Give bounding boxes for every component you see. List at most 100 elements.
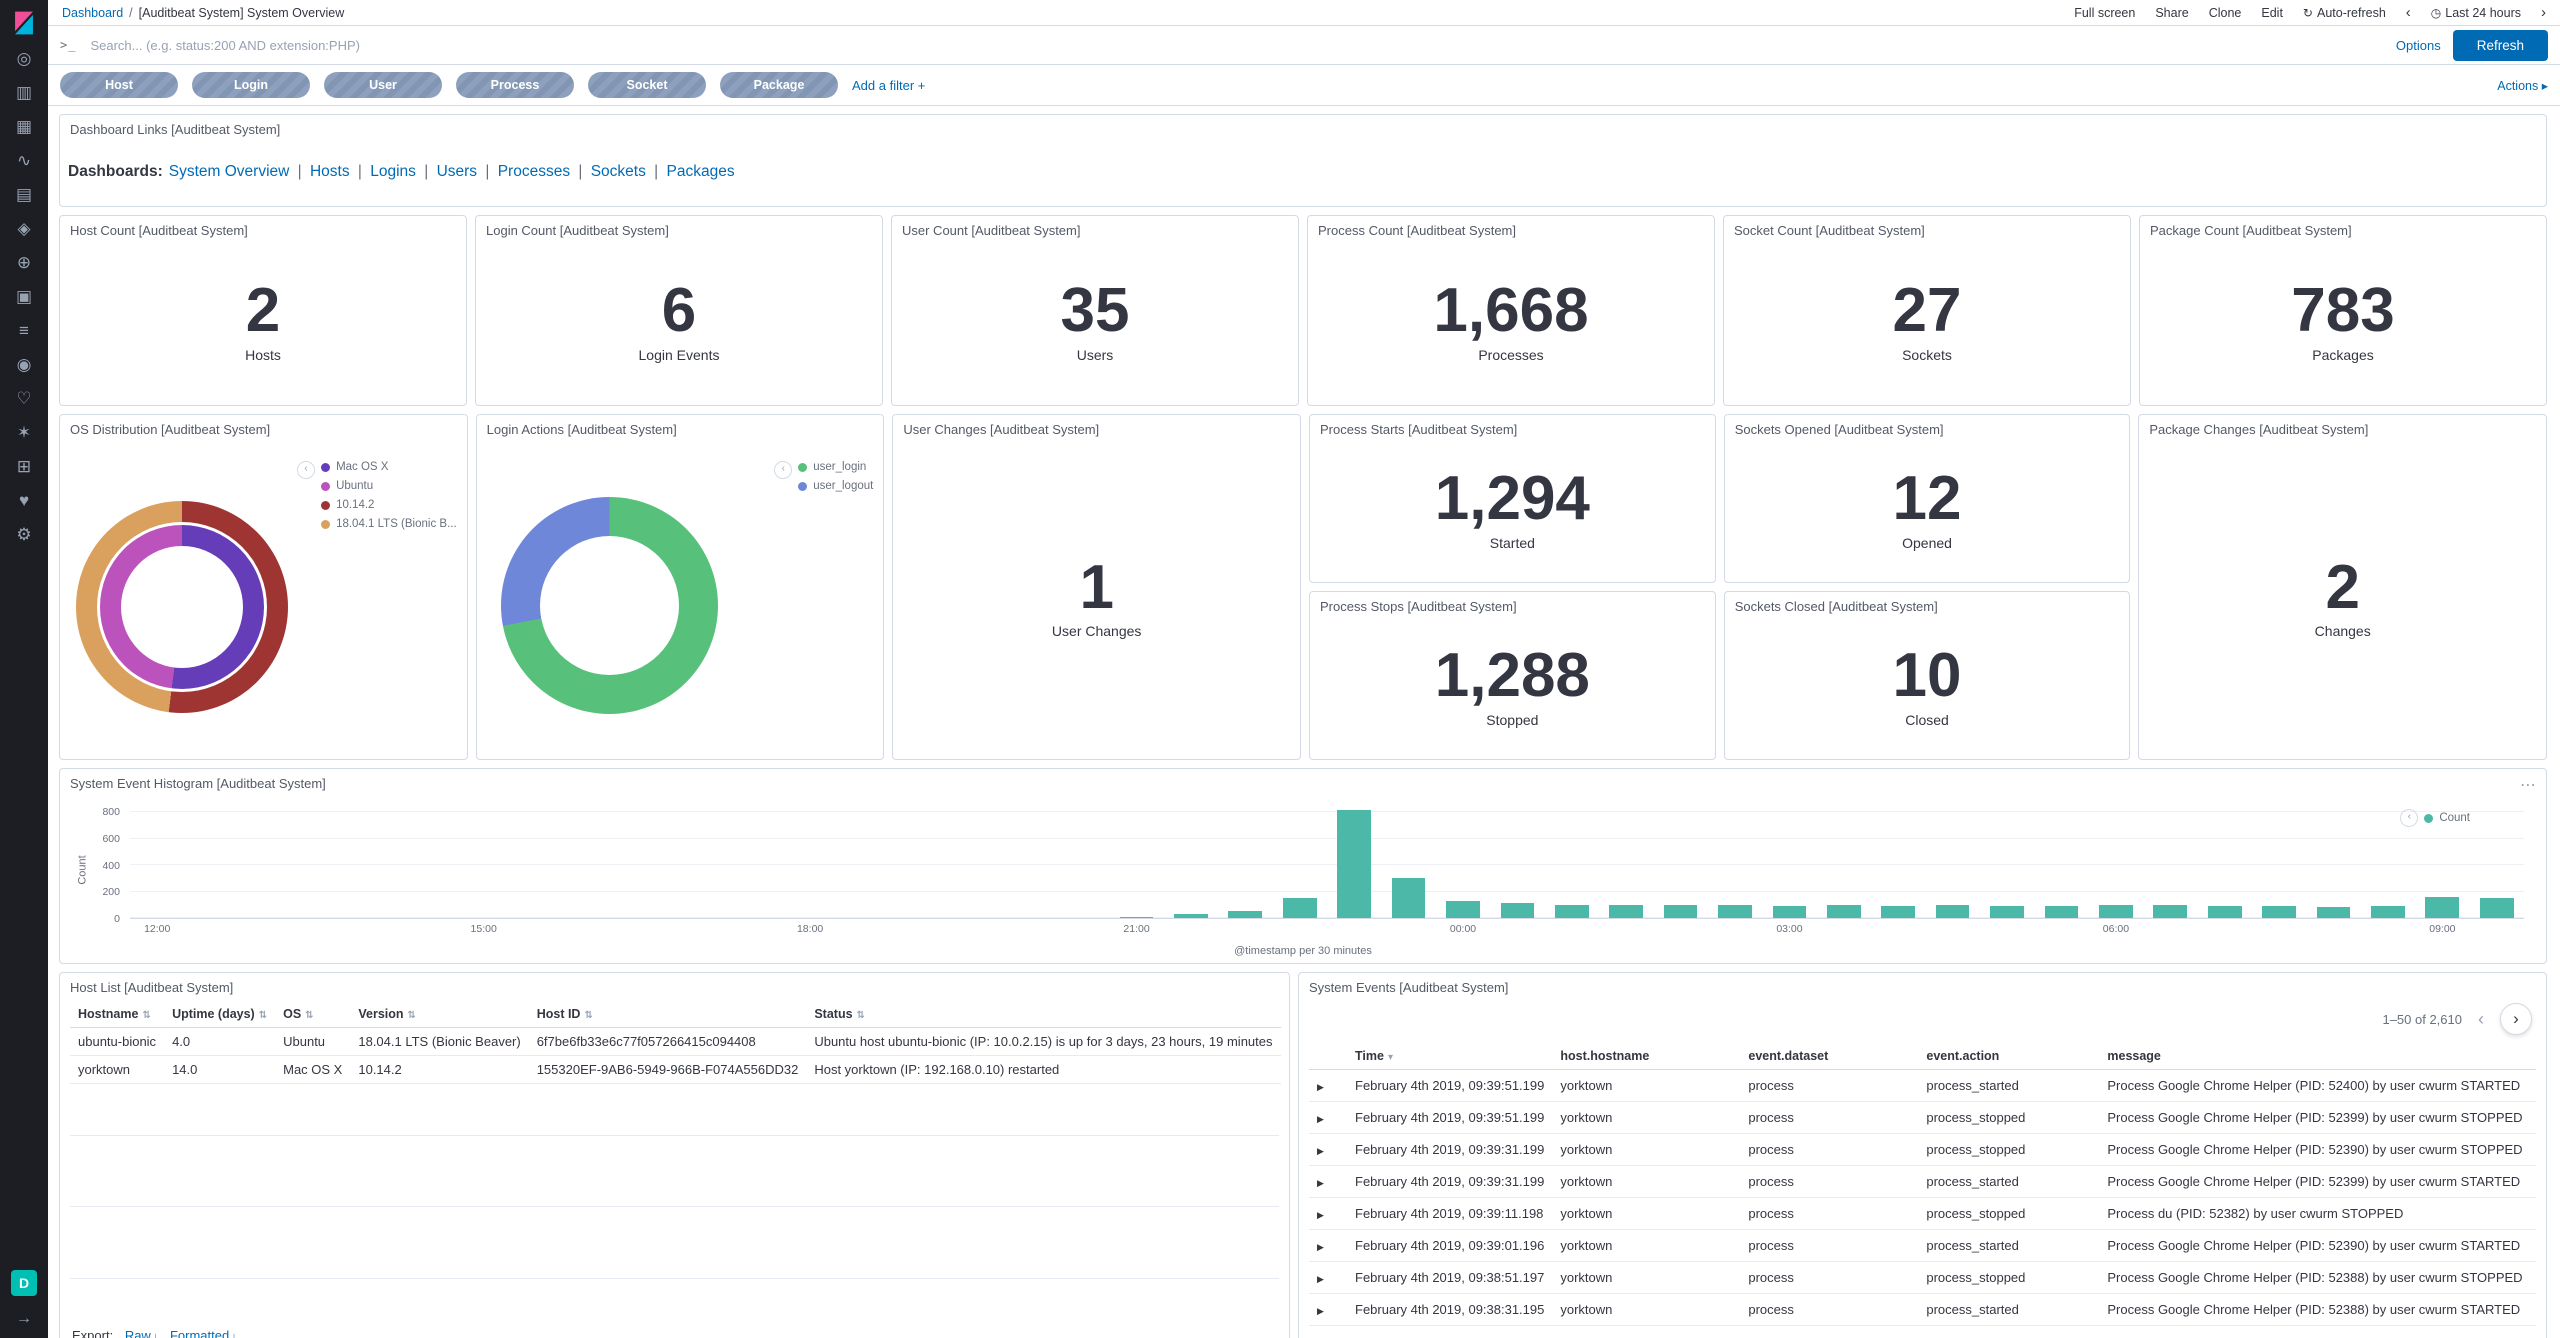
time-back-icon[interactable]: ‹ (2406, 5, 2411, 20)
search-input[interactable] (88, 37, 2383, 54)
table-row[interactable]: ▶February 4th 2019, 09:39:31.199yorktown… (1309, 1134, 2536, 1166)
histogram-bar[interactable] (1228, 911, 1262, 918)
expand-row-icon[interactable]: ▶ (1317, 1242, 1324, 1252)
auto-refresh-button[interactable]: ↻Auto-refresh (2303, 6, 2386, 20)
monitoring-icon[interactable]: ♥ (19, 492, 29, 509)
histogram-bar[interactable] (1718, 905, 1752, 918)
host-column-header[interactable]: Status⇅ (806, 1001, 1280, 1028)
legend-item[interactable]: user_login (798, 461, 873, 473)
expand-row-icon[interactable]: ▶ (1317, 1178, 1324, 1188)
host-column-header[interactable]: Hostname⇅ (70, 1001, 164, 1028)
timelion-icon[interactable]: ∿ (17, 152, 31, 169)
host-column-header[interactable]: Uptime (days)⇅ (164, 1001, 275, 1028)
canvas-icon[interactable]: ▤ (16, 186, 32, 203)
login-actions-donut[interactable] (501, 497, 718, 714)
next-page-button[interactable]: › (2500, 1003, 2532, 1035)
histogram-bar[interactable] (2262, 906, 2296, 918)
histogram-bar[interactable] (1174, 914, 1208, 918)
legend-item[interactable]: user_logout (798, 480, 873, 492)
uptime-icon[interactable]: ♡ (16, 390, 31, 407)
histogram-bar[interactable] (1827, 905, 1861, 918)
add-filter-button[interactable]: Add a filter + (852, 78, 925, 93)
legend-toggle-icon[interactable]: ‹ (2400, 809, 2418, 827)
dashboard-link[interactable]: Users (437, 163, 477, 180)
export-formatted-link[interactable]: Formatted↓ (170, 1328, 237, 1338)
machine-learning-icon[interactable]: ⊕ (17, 254, 31, 271)
expand-row-icon[interactable]: ▶ (1317, 1210, 1324, 1220)
histogram-bar[interactable] (1664, 905, 1698, 918)
apm-icon[interactable]: ◉ (17, 356, 32, 373)
dashboard-icon[interactable]: ▦ (16, 118, 32, 135)
edit-button[interactable]: Edit (2261, 6, 2283, 20)
previous-page-icon[interactable]: ‹ (2474, 1009, 2488, 1030)
histogram-bar[interactable] (2371, 906, 2405, 918)
events-column-header[interactable]: host.hostname (1552, 1043, 1740, 1070)
legend-item[interactable]: 18.04.1 LTS (Bionic B... (321, 518, 457, 530)
expand-row-icon[interactable]: ▶ (1317, 1306, 1324, 1316)
os-distribution-donut[interactable] (76, 501, 288, 713)
legend-item[interactable]: 10.14.2 (321, 499, 457, 511)
graph-icon[interactable]: ✶ (17, 424, 31, 441)
histogram-bar[interactable] (2317, 907, 2351, 918)
table-row[interactable]: ▶February 4th 2019, 09:39:31.199yorktown… (1309, 1166, 2536, 1198)
time-forward-icon[interactable]: › (2541, 5, 2546, 20)
filter-pill[interactable]: Package (720, 72, 838, 98)
host-column-header[interactable]: Host ID⇅ (529, 1001, 807, 1028)
histogram-bar[interactable] (1120, 917, 1154, 918)
expand-row-icon[interactable]: ▶ (1317, 1146, 1324, 1156)
histogram-bar[interactable] (1990, 906, 2024, 918)
breadcrumb-dashboard-link[interactable]: Dashboard (62, 6, 123, 20)
filter-pill[interactable]: Process (456, 72, 574, 98)
time-picker-button[interactable]: ◷Last 24 hours (2431, 6, 2521, 20)
dashboard-link[interactable]: System Overview (169, 163, 290, 180)
events-column-header[interactable]: event.action (1918, 1043, 2099, 1070)
actions-button[interactable]: Actions ▸ (2497, 78, 2548, 93)
expand-row-icon[interactable]: ▶ (1317, 1114, 1324, 1124)
dashboard-link[interactable]: Sockets (591, 163, 646, 180)
filter-pill[interactable]: User (324, 72, 442, 98)
legend-item[interactable]: Mac OS X (321, 461, 457, 473)
dock-navigation-icon[interactable]: → (16, 1310, 32, 1328)
table-row[interactable]: ▶February 4th 2019, 09:39:01.196yorktown… (1309, 1230, 2536, 1262)
management-icon[interactable]: ⚙ (16, 526, 31, 543)
table-row[interactable]: ▶February 4th 2019, 09:39:11.198yorktown… (1309, 1198, 2536, 1230)
kibana-logo[interactable] (11, 10, 37, 36)
histogram-bar[interactable] (1446, 901, 1480, 918)
legend-label[interactable]: Count (2439, 812, 2470, 824)
visualize-icon[interactable]: ▥ (16, 84, 32, 101)
space-avatar[interactable]: D (11, 1270, 37, 1296)
host-column-header[interactable]: Version⇅ (350, 1001, 528, 1028)
events-column-header[interactable]: message (2099, 1043, 2536, 1070)
filter-pill[interactable]: Socket (588, 72, 706, 98)
filter-pill[interactable]: Host (60, 72, 178, 98)
histogram-bar[interactable] (2099, 905, 2133, 918)
histogram-bar[interactable] (1936, 905, 1970, 918)
refresh-button[interactable]: Refresh (2453, 30, 2548, 61)
events-column-header[interactable]: Time▾ (1347, 1043, 1552, 1070)
events-column-header[interactable]: event.dataset (1740, 1043, 1918, 1070)
expand-row-icon[interactable]: ▶ (1317, 1274, 1324, 1284)
panel-menu-icon[interactable]: ⋯ (2520, 775, 2536, 795)
host-column-header[interactable]: OS⇅ (275, 1001, 350, 1028)
histogram-bar[interactable] (1283, 898, 1317, 918)
full-screen-button[interactable]: Full screen (2074, 6, 2135, 20)
histogram-bar[interactable] (1555, 905, 1589, 918)
histogram-bar[interactable] (2480, 898, 2514, 918)
dashboard-link[interactable]: Packages (667, 163, 735, 180)
table-row[interactable]: ▶February 4th 2019, 09:38:51.197yorktown… (1309, 1262, 2536, 1294)
share-button[interactable]: Share (2155, 6, 2188, 20)
histogram-bar[interactable] (1501, 903, 1535, 918)
histogram-bar[interactable] (1881, 906, 1915, 918)
dashboard-link[interactable]: Processes (498, 163, 570, 180)
export-raw-link[interactable]: Raw↓ (125, 1328, 159, 1338)
histogram-bar[interactable] (1392, 878, 1426, 918)
legend-item[interactable]: Ubuntu (321, 480, 457, 492)
table-row[interactable]: ▶February 4th 2019, 09:39:51.199yorktown… (1309, 1102, 2536, 1134)
filter-pill[interactable]: Login (192, 72, 310, 98)
expand-row-icon[interactable]: ▶ (1317, 1082, 1324, 1092)
dashboard-link[interactable]: Logins (370, 163, 416, 180)
dev-tools-icon[interactable]: ⊞ (17, 458, 31, 475)
clone-button[interactable]: Clone (2209, 6, 2242, 20)
logs-icon[interactable]: ≡ (19, 322, 29, 339)
histogram-bar[interactable] (2045, 906, 2079, 918)
